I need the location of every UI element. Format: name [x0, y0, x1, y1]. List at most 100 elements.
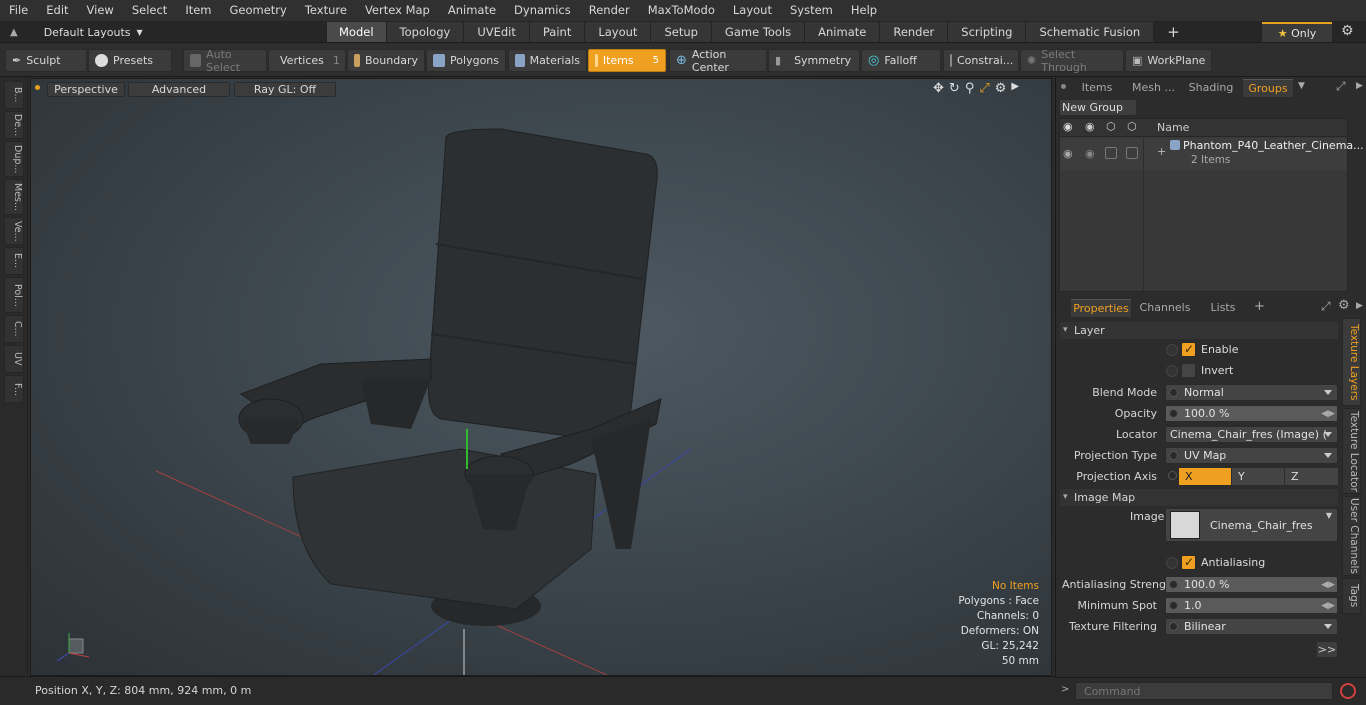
left-tab-deform[interactable]: De... — [4, 111, 24, 139]
row-render-checkbox[interactable] — [1105, 147, 1117, 159]
chevron-down-icon[interactable]: ▼ — [1298, 81, 1305, 91]
expand-icon[interactable]: + — [1157, 145, 1166, 158]
properties-gear-icon[interactable]: ⚙ — [1338, 298, 1350, 313]
presets-button[interactable]: Presets — [88, 49, 172, 72]
left-tab-basic[interactable]: B... — [4, 81, 24, 109]
expand-properties-icon[interactable]: ⤢ — [1321, 299, 1331, 314]
symmetry-button[interactable]: ▮ Symmetry — [768, 49, 860, 72]
blend-mode-select[interactable]: Normal — [1165, 384, 1338, 401]
left-tab-uv[interactable]: UV — [4, 345, 24, 373]
left-tab-polygon[interactable]: Pol... — [4, 277, 24, 313]
sculpt-button[interactable]: ✒ Sculpt — [5, 49, 87, 72]
menu-vertex-map[interactable]: Vertex Map — [356, 0, 439, 21]
group-list[interactable]: ◉ ◉ ⬡ ⬡ Name ◉ ◉ + Phantom_P40_Leather_C… — [1059, 118, 1364, 292]
items-button[interactable]: Items 5 — [588, 49, 666, 72]
tab-setup[interactable]: Setup — [651, 22, 712, 42]
menu-layout[interactable]: Layout — [724, 0, 781, 21]
eye-icon[interactable]: ◉ — [1063, 120, 1073, 133]
tab-animate[interactable]: Animate — [805, 22, 881, 42]
locator-select[interactable]: Cinema_Chair_fres (Image) ( ... — [1165, 426, 1338, 456]
tab-render[interactable]: Render — [880, 22, 949, 42]
tab-items[interactable]: Items — [1073, 79, 1121, 97]
aa-strength-slider-handle[interactable]: ◀▶ — [1321, 578, 1335, 593]
axis-y-button[interactable]: Y — [1232, 468, 1284, 485]
3d-viewport[interactable]: Perspective Advanced Ray GL: Off ✥ ↻ ⚲ ⤢… — [30, 78, 1052, 676]
expand-panel-icon[interactable]: ⤢ — [1336, 79, 1346, 94]
constraints-button[interactable]: Constrai... — [943, 49, 1019, 72]
left-tab-edge[interactable]: E... — [4, 247, 24, 275]
only-button[interactable]: ★ Only — [1262, 22, 1332, 42]
menu-help[interactable]: Help — [842, 0, 886, 21]
aa-strength-field[interactable]: 100.0 % ◀▶ — [1165, 576, 1338, 593]
vtab-user-channels[interactable]: User Channels — [1342, 496, 1361, 576]
add-tab-button[interactable]: + — [1154, 22, 1193, 42]
vtab-tags[interactable]: Tags — [1342, 578, 1361, 614]
new-group-button[interactable]: New Group — [1059, 99, 1137, 116]
panel-arrow-icon[interactable]: ▶ — [1356, 81, 1363, 91]
tab-game-tools[interactable]: Game Tools — [711, 22, 806, 42]
image-map-section-header[interactable]: Image Map — [1060, 489, 1338, 506]
tab-shading[interactable]: Shading — [1184, 79, 1238, 97]
layer-section-header[interactable]: Layer — [1060, 322, 1338, 339]
menu-texture[interactable]: Texture — [296, 0, 356, 21]
tab-topology[interactable]: Topology — [386, 22, 465, 42]
menu-file[interactable]: File — [0, 0, 37, 21]
command-input[interactable] — [1075, 682, 1333, 700]
tab-groups[interactable]: Groups — [1243, 79, 1293, 97]
antialiasing-checkbox[interactable] — [1181, 555, 1196, 570]
left-tab-duplicate[interactable]: Dup... — [4, 141, 24, 177]
materials-button[interactable]: Materials — [508, 49, 587, 72]
polygons-button[interactable]: Polygons — [426, 49, 506, 72]
tab-schematic-fusion[interactable]: Schematic Fusion — [1026, 22, 1155, 42]
min-spot-field[interactable]: 1.0 ◀▶ — [1165, 597, 1338, 614]
layout-selector[interactable]: ▲ Default Layouts ▼ — [0, 21, 143, 43]
projection-type-select[interactable]: UV Map — [1165, 447, 1338, 464]
properties-arrow-icon[interactable]: ▶ — [1356, 301, 1363, 311]
auto-select-button[interactable]: Auto Select — [183, 48, 267, 74]
vtab-texture-layers[interactable]: Texture Layers — [1342, 318, 1361, 406]
add-tab-icon[interactable]: + — [1254, 299, 1265, 314]
gear-icon[interactable]: ⚙ — [1341, 23, 1354, 39]
menu-maxtomodo[interactable]: MaxToModo — [639, 0, 724, 21]
tab-scripting[interactable]: Scripting — [948, 22, 1027, 42]
axis-z-button[interactable]: Z — [1285, 468, 1338, 485]
row-eye-icon[interactable]: ◉ — [1063, 147, 1073, 160]
tab-mesh[interactable]: Mesh ... — [1126, 79, 1181, 97]
menu-edit[interactable]: Edit — [37, 0, 77, 21]
more-button[interactable]: >> — [1316, 641, 1338, 658]
tab-properties[interactable]: Properties — [1071, 299, 1131, 317]
tab-lists[interactable]: Lists — [1202, 299, 1244, 317]
axis-x-button[interactable]: X — [1179, 468, 1231, 485]
min-spot-slider-handle[interactable]: ◀▶ — [1321, 599, 1335, 614]
tab-model[interactable]: Model — [327, 22, 387, 42]
vtab-texture-locator[interactable]: Texture Locator — [1342, 408, 1361, 494]
tab-layout[interactable]: Layout — [585, 22, 652, 42]
menu-select[interactable]: Select — [123, 0, 176, 21]
tab-paint[interactable]: Paint — [529, 22, 586, 42]
left-tab-curve[interactable]: C... — [4, 315, 24, 343]
falloff-button[interactable]: ◎ Falloff — [861, 49, 941, 72]
menu-view[interactable]: View — [78, 0, 123, 21]
menu-item[interactable]: Item — [176, 0, 220, 21]
menu-render[interactable]: Render — [580, 0, 639, 21]
menu-geometry[interactable]: Geometry — [221, 0, 296, 21]
row-select-checkbox[interactable] — [1126, 147, 1138, 159]
boundary-button[interactable]: Boundary — [347, 49, 425, 72]
workplane-button[interactable]: ▣ WorkPlane — [1125, 49, 1212, 72]
image-selector[interactable]: Cinema_Chair_fres ▼ — [1165, 508, 1338, 542]
left-tab-mesh[interactable]: Mes... — [4, 179, 24, 215]
action-center-button[interactable]: ⊕ Action Center — [669, 48, 767, 74]
left-tab-vertex[interactable]: Ve... — [4, 217, 24, 245]
left-tab-fusion[interactable]: F... — [4, 375, 24, 403]
opacity-slider-handle[interactable]: ◀▶ — [1321, 407, 1335, 422]
row-lock-icon[interactable]: ◉ — [1085, 147, 1095, 160]
tex-filter-select[interactable]: Bilinear — [1165, 618, 1338, 635]
menu-animate[interactable]: Animate — [439, 0, 505, 21]
selectable-icon[interactable]: ⬡ — [1127, 120, 1137, 133]
vertices-button[interactable]: Vertices 1 — [268, 49, 346, 72]
opacity-field[interactable]: 100.0 % ◀▶ — [1165, 405, 1338, 422]
render-visibility-icon[interactable]: ⬡ — [1106, 120, 1116, 133]
group-row[interactable]: ◉ ◉ + Phantom_P40_Leather_Cinema... 2 It… — [1060, 138, 1364, 170]
menu-system[interactable]: System — [781, 0, 842, 21]
invert-checkbox[interactable] — [1181, 363, 1196, 378]
